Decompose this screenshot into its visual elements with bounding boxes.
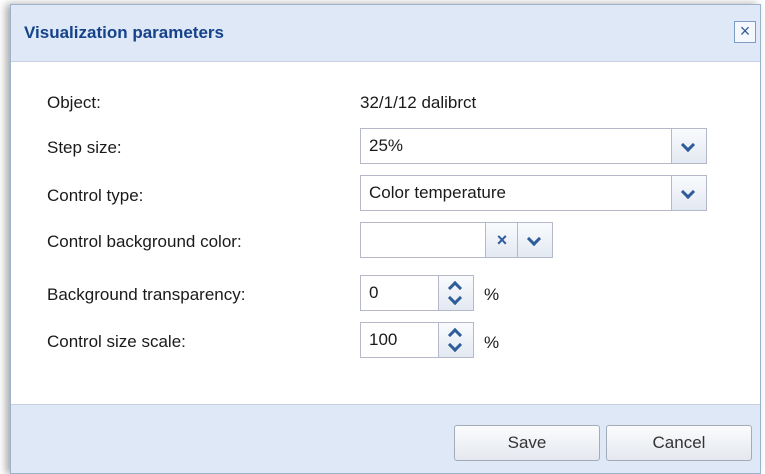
step-size-dropdown-trigger[interactable]	[671, 129, 706, 163]
step-size-select[interactable]: 25%	[360, 128, 707, 164]
step-size-value: 25%	[369, 136, 404, 155]
bg-transparency-label: Background transparency:	[47, 285, 246, 304]
bg-transparency-spin-trigger[interactable]	[438, 276, 473, 310]
chevron-down-icon	[680, 184, 696, 200]
cancel-button[interactable]: Cancel	[606, 425, 752, 461]
control-type-dropdown-trigger[interactable]	[671, 176, 706, 210]
control-type-select[interactable]: Color temperature	[360, 175, 707, 211]
close-icon[interactable]: ×	[734, 21, 756, 43]
chevron-down-icon	[447, 337, 463, 353]
chevron-down-icon	[680, 137, 696, 153]
bg-transparency-value: 0	[369, 283, 379, 302]
clear-icon[interactable]: ×	[485, 223, 518, 257]
object-label: Object:	[47, 93, 101, 112]
chevron-down-icon	[447, 290, 463, 306]
dialog-body: Object: 32/1/12 dalibrct Step size: 25% …	[11, 62, 760, 404]
dialog-titlebar[interactable]: Visualization parameters ×	[11, 5, 760, 62]
save-button[interactable]: Save	[454, 425, 600, 461]
control-size-scale-stepper[interactable]: 100	[360, 322, 474, 358]
bg-transparency-unit: %	[484, 285, 500, 304]
visualization-parameters-dialog: Visualization parameters × Object: 32/1/…	[10, 4, 761, 474]
bg-transparency-stepper[interactable]: 0	[360, 275, 474, 311]
dialog-title: Visualization parameters	[24, 23, 224, 42]
control-bg-color-label: Control background color:	[47, 232, 242, 251]
object-value: 32/1/12 dalibrct	[360, 93, 477, 112]
color-dropdown-trigger[interactable]	[517, 223, 552, 257]
control-size-scale-spin-trigger[interactable]	[438, 323, 473, 357]
control-type-value: Color temperature	[369, 183, 507, 202]
control-size-scale-unit: %	[484, 333, 500, 352]
control-bg-color-picker[interactable]: ×	[360, 222, 553, 258]
control-size-scale-label: Control size scale:	[47, 332, 186, 351]
chevron-down-icon	[526, 231, 542, 247]
control-size-scale-value: 100	[369, 330, 398, 349]
control-type-label: Control type:	[47, 186, 144, 205]
step-size-label: Step size:	[47, 138, 122, 157]
